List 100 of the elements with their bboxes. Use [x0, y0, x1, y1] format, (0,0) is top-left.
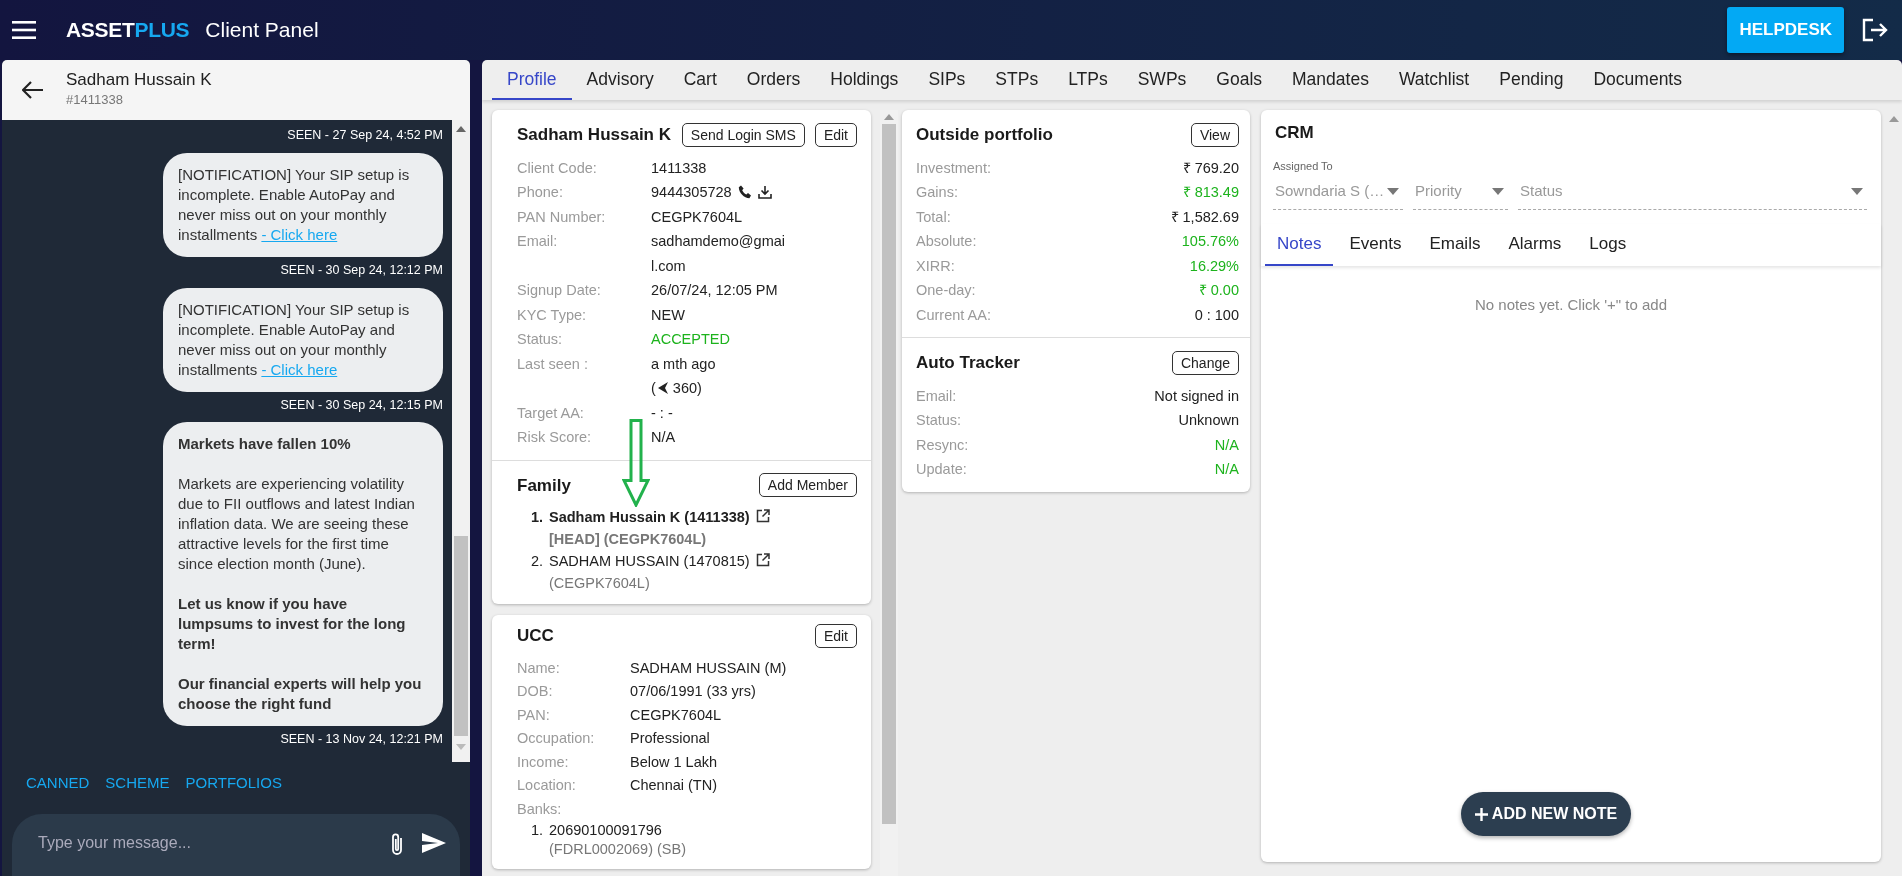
message-field[interactable]: Type your message... [12, 814, 460, 876]
field-value: SADHAM HUSSAIN (M) [630, 658, 788, 678]
action-button[interactable]: Add Member [758, 473, 857, 498]
member-detail: (CEGPK7604L) [549, 574, 651, 593]
field-label: Signup Date: [517, 281, 602, 300]
logout-icon[interactable] [1862, 18, 1888, 42]
field-label: Target AA: [517, 403, 585, 423]
tab[interactable]: Holdings [815, 60, 914, 100]
list-number: 1. [531, 820, 543, 840]
scroll-up-icon [1889, 116, 1899, 122]
chevron-logo-icon [657, 382, 669, 395]
external-link-icon[interactable] [755, 509, 770, 523]
seen-timestamp: SEEN - 30 Sep 24, 12:15 PM [280, 396, 443, 414]
section-title: UCC [517, 625, 554, 647]
field-value: - : - [651, 403, 674, 423]
empty-message: No notes yet. Click '+" to add [1474, 294, 1667, 315]
action-button[interactable]: View [1190, 122, 1239, 147]
quick-tab[interactable]: PORTFOLIOS [185, 772, 282, 794]
panel-title: Client Panel [205, 17, 319, 44]
message-text: Let us know if you have lumpsums to invest for the long term! [178, 594, 407, 655]
phone-icon[interactable] [737, 185, 752, 200]
paperclip-icon[interactable] [390, 832, 404, 856]
member-detail: [HEAD] (CEGPK7604L) [549, 530, 708, 549]
bank-account: 20690100091796 [549, 820, 663, 840]
tab[interactable]: SWPs [1122, 60, 1202, 100]
back-arrow-icon[interactable] [22, 81, 44, 99]
field-label: Last seen : [517, 354, 589, 374]
tab[interactable]: Mandates [1277, 60, 1384, 100]
field-label: Total: [916, 207, 952, 227]
field-value: Unknown [1178, 411, 1239, 430]
field-label: Income: [517, 752, 570, 772]
field-label: Current AA: [916, 305, 992, 325]
message-text: Markets are experiencing volatility due to FII outflows and latest Indian inflation data. We are seeing these attractive levels for the first time since election month (June). [178, 474, 416, 575]
field-value: CEGPK7604L [630, 705, 723, 725]
field-value: 1411338 [651, 158, 708, 178]
tab[interactable]: Emails [1417, 223, 1493, 266]
quick-tab[interactable]: CANNED [26, 772, 90, 794]
tab[interactable]: Events [1337, 223, 1414, 266]
tab[interactable]: Logs [1577, 223, 1639, 266]
message-text: [NOTIFICATION] Your SIP setup is incomplete. Enable AutoPay and never miss out on your monthly installments - Click here [178, 164, 411, 245]
tab[interactable]: Pending [1484, 60, 1579, 100]
member-name: Sadham Hussain K (1411338) [549, 509, 750, 525]
quick-tab[interactable]: SCHEME [105, 772, 170, 794]
list-number: 1. [531, 508, 543, 527]
tab[interactable]: Goals [1201, 60, 1278, 100]
logo: ASSETPLUS [66, 17, 190, 44]
section-title: Family [517, 474, 571, 497]
field-value: sadhamdemo@gmail.com [651, 232, 785, 276]
field-label: Gains: [916, 183, 959, 202]
field-value: N/A [651, 428, 677, 447]
tab[interactable]: Cart [668, 60, 732, 100]
bracket-text: ( [651, 379, 656, 398]
field-value: CEGPK7604L [651, 207, 744, 227]
field-label: DOB: [517, 682, 554, 701]
field-label: One-day: [916, 281, 977, 300]
section-title: CRM [1274, 122, 1315, 144]
list-number: 2. [531, 552, 543, 571]
tab[interactable]: Documents [1578, 60, 1697, 100]
message-input[interactable]: Type your message... [36, 830, 372, 856]
field-value: ACCEPTED [651, 330, 731, 349]
field-label: Absolute: [916, 232, 978, 251]
download-icon[interactable] [757, 185, 772, 200]
field-value: NEW [651, 305, 686, 325]
tab[interactable]: Notes [1265, 223, 1334, 266]
bank-detail: (FDRL0002069) (SB) [549, 839, 686, 859]
menu-icon[interactable] [12, 21, 36, 39]
field-value: 9444305728 [651, 183, 732, 202]
field-value: N/A [1214, 460, 1239, 479]
caret-icon [1492, 187, 1504, 195]
member-name: SADHAM HUSSAIN (1470815) [549, 553, 750, 569]
message-text: [NOTIFICATION] Your SIP setup is incomplete. Enable AutoPay and never miss out on your monthly installments - Click here [178, 299, 411, 380]
action-button[interactable]: Change [1171, 350, 1239, 375]
tab[interactable]: STPs [980, 60, 1054, 100]
field-label: KYC Type: [517, 305, 588, 325]
send-icon[interactable] [422, 833, 446, 853]
action-button[interactable]: Edit [814, 122, 857, 147]
action-button[interactable]: Send Login SMS [681, 122, 805, 147]
tab[interactable]: LTPs [1053, 60, 1123, 100]
field-label: Status: [916, 411, 963, 430]
field-value: Professional [630, 729, 711, 748]
seen-timestamp: SEEN - 30 Sep 24, 12:12 PM [280, 261, 443, 279]
tab[interactable]: Advisory [571, 60, 669, 100]
scroll-up-icon [456, 126, 466, 132]
tab[interactable]: Alarms [1496, 223, 1574, 266]
tab[interactable]: SIPs [913, 60, 981, 100]
client-id: #1411338 [66, 91, 124, 110]
external-link-icon[interactable] [755, 553, 770, 567]
visit-count: 360) [672, 379, 702, 398]
field-value: Chennai (TN) [630, 776, 719, 795]
tab[interactable]: Orders [731, 60, 816, 100]
field-value: Not signed in [1154, 386, 1239, 406]
field-label: Phone: [517, 183, 564, 202]
field-label: Client Code: [517, 158, 598, 178]
add-note-button[interactable]: ADD NEW NOTE [1460, 792, 1632, 836]
plus-icon [1474, 807, 1488, 821]
field-value: 26/07/24, 12:05 PM [651, 281, 779, 300]
field-label: PAN Number: [517, 207, 607, 227]
tab[interactable]: Watchlist [1383, 60, 1485, 100]
action-button[interactable]: Edit [814, 623, 857, 648]
tab[interactable]: Profile [492, 60, 572, 100]
